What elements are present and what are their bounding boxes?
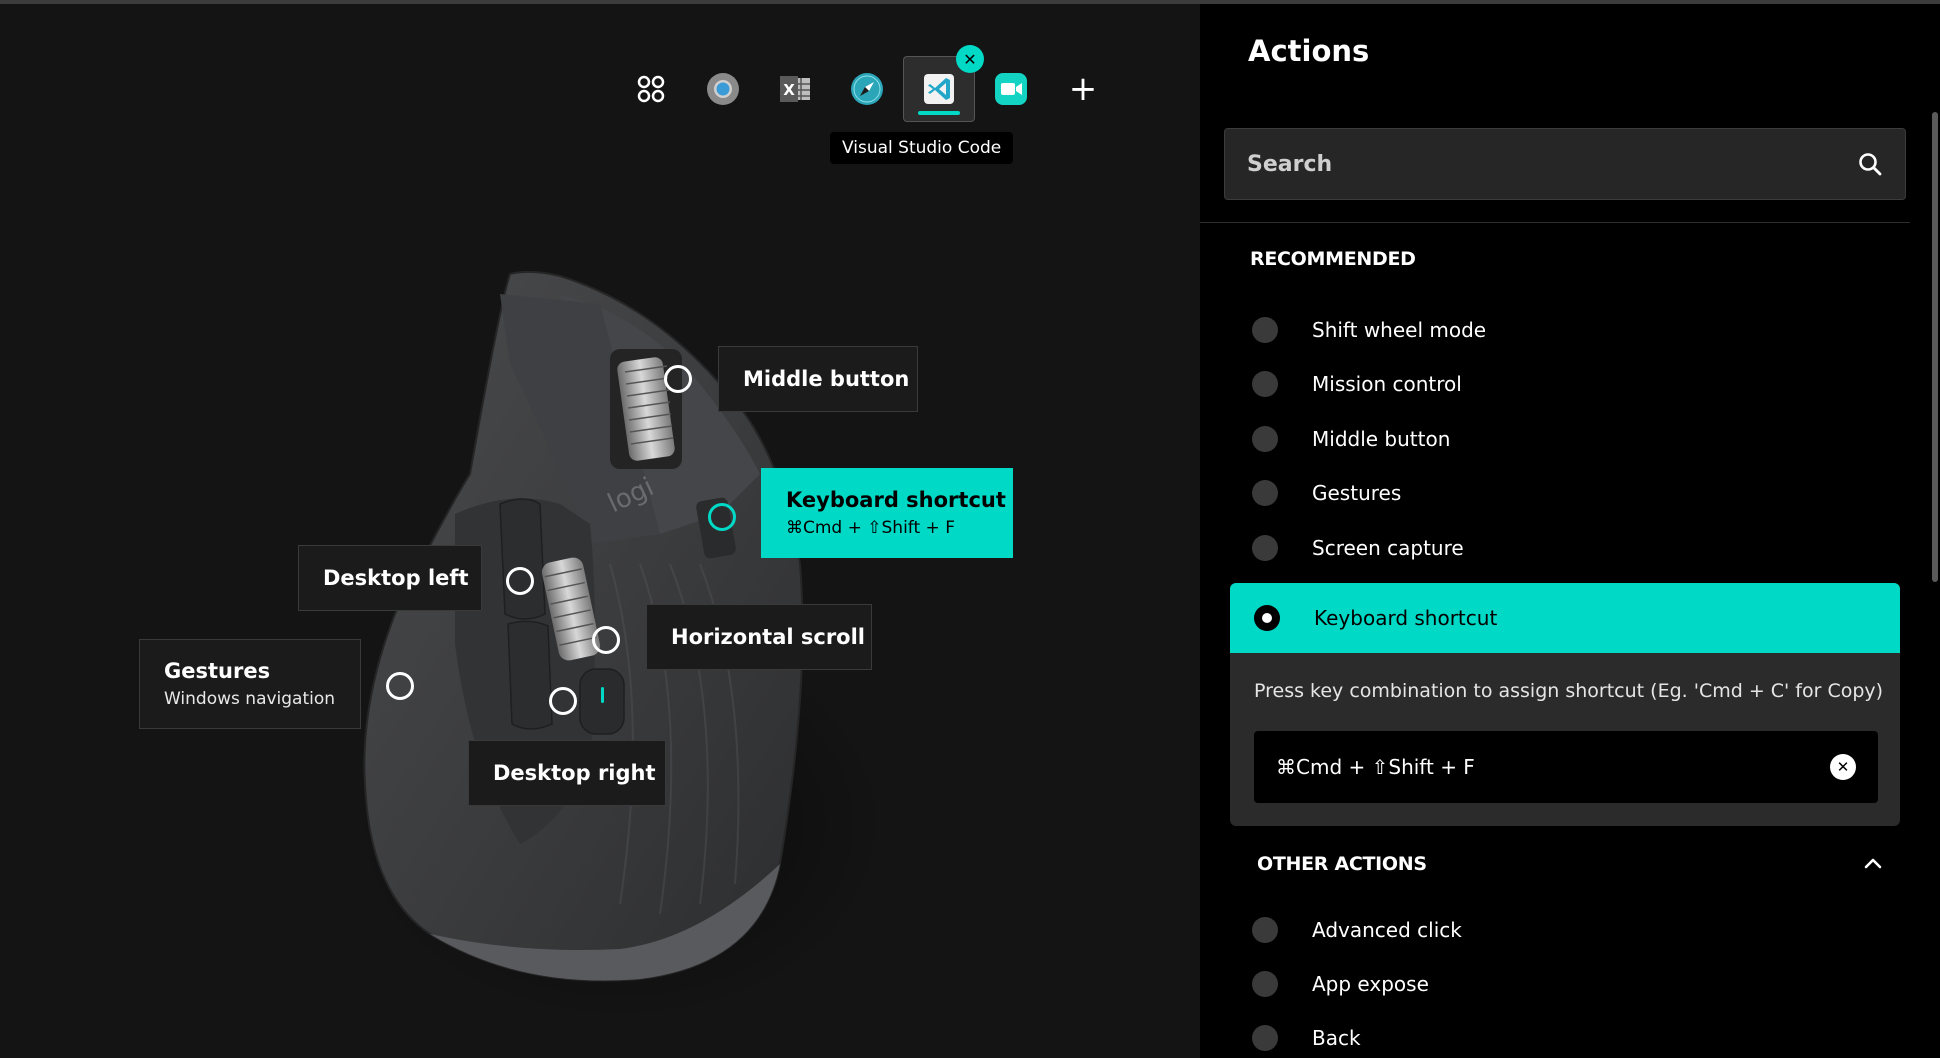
callout-title: Desktop right	[493, 761, 656, 785]
action-label: Gestures	[1312, 481, 1402, 505]
hotspot-horizontal-scroll[interactable]	[592, 626, 620, 654]
action-label: Mission control	[1312, 372, 1462, 396]
action-middle-button[interactable]: Middle button	[1252, 419, 1450, 459]
search-box	[1224, 128, 1906, 200]
selected-action-card: Keyboard shortcut Press key combination …	[1230, 583, 1900, 826]
radio-button	[1252, 426, 1278, 452]
action-app-expose[interactable]: App expose	[1252, 964, 1429, 1004]
callout-subtitle: ⌘Cmd + ⇧Shift + F	[786, 518, 955, 538]
radio-button	[1252, 917, 1278, 943]
actions-panel: Actions RECOMMENDED Shift wheel mode Mis…	[1200, 4, 1940, 1058]
recommended-header: RECOMMENDED	[1250, 248, 1416, 270]
action-screen-capture[interactable]: Screen capture	[1252, 528, 1464, 568]
radio-button-selected	[1254, 605, 1280, 631]
mouse-illustration: logi	[350, 270, 890, 1024]
shortcut-hint: Press key combination to assign shortcut…	[1254, 680, 1884, 702]
action-mission-control[interactable]: Mission control	[1252, 364, 1462, 404]
action-gestures[interactable]: Gestures	[1252, 473, 1401, 513]
panel-title: Actions	[1248, 34, 1370, 68]
action-keyboard-shortcut[interactable]: Keyboard shortcut	[1230, 583, 1900, 653]
action-label: Advanced click	[1312, 918, 1462, 942]
radio-button	[1252, 480, 1278, 506]
callout-title: Gestures	[164, 659, 271, 683]
callout-title: Middle button	[743, 367, 910, 391]
callout-keyboard-shortcut[interactable]: Keyboard shortcut ⌘Cmd + ⇧Shift + F	[761, 468, 1013, 558]
action-label: Shift wheel mode	[1312, 318, 1487, 342]
action-label: Screen capture	[1312, 536, 1464, 560]
callout-horizontal-scroll[interactable]: Horizontal scroll	[646, 604, 872, 670]
clear-shortcut-button[interactable]: ✕	[1830, 754, 1856, 780]
hotspot-keyboard-shortcut[interactable]	[708, 503, 736, 531]
callout-title: Desktop left	[323, 566, 469, 590]
hotspot-desktop-right[interactable]	[549, 687, 577, 715]
radio-button	[1252, 971, 1278, 997]
action-label: App expose	[1312, 972, 1429, 996]
action-advanced-click[interactable]: Advanced click	[1252, 910, 1462, 950]
search-input[interactable]	[1247, 151, 1857, 177]
other-actions-header: OTHER ACTIONS	[1257, 853, 1427, 875]
callout-title: Horizontal scroll	[671, 625, 866, 649]
search-icon[interactable]	[1857, 151, 1883, 177]
divider	[1200, 222, 1910, 223]
hotspot-gestures[interactable]	[386, 672, 414, 700]
action-label: Back	[1312, 1026, 1361, 1050]
shortcut-value: ⌘Cmd + ⇧Shift + F	[1276, 755, 1475, 779]
action-label: Keyboard shortcut	[1314, 606, 1498, 630]
callout-title: Keyboard shortcut	[786, 488, 1006, 512]
radio-button	[1252, 535, 1278, 561]
device-canvas: X ✕ + Visual Studio Code logi Middle but…	[0, 4, 1200, 1058]
chevron-up-icon[interactable]	[1860, 850, 1886, 876]
panel-scrollbar[interactable]	[1932, 112, 1938, 582]
radio-button	[1252, 1025, 1278, 1051]
callout-subtitle: Windows navigation	[164, 689, 336, 709]
action-back[interactable]: Back	[1252, 1018, 1361, 1058]
action-label: Middle button	[1312, 427, 1451, 451]
radio-button	[1252, 371, 1278, 397]
callout-middle-button[interactable]: Middle button	[718, 346, 918, 412]
radio-button	[1252, 317, 1278, 343]
callout-gestures[interactable]: Gestures Windows navigation	[139, 639, 361, 729]
action-shift-wheel-mode[interactable]: Shift wheel mode	[1252, 310, 1486, 350]
callout-desktop-right[interactable]: Desktop right	[468, 740, 666, 806]
hotspot-desktop-left[interactable]	[506, 567, 534, 595]
shortcut-field[interactable]: ⌘Cmd + ⇧Shift + F ✕	[1254, 731, 1878, 803]
hotspot-middle-button[interactable]	[664, 365, 692, 393]
callout-desktop-left[interactable]: Desktop left	[298, 545, 482, 611]
